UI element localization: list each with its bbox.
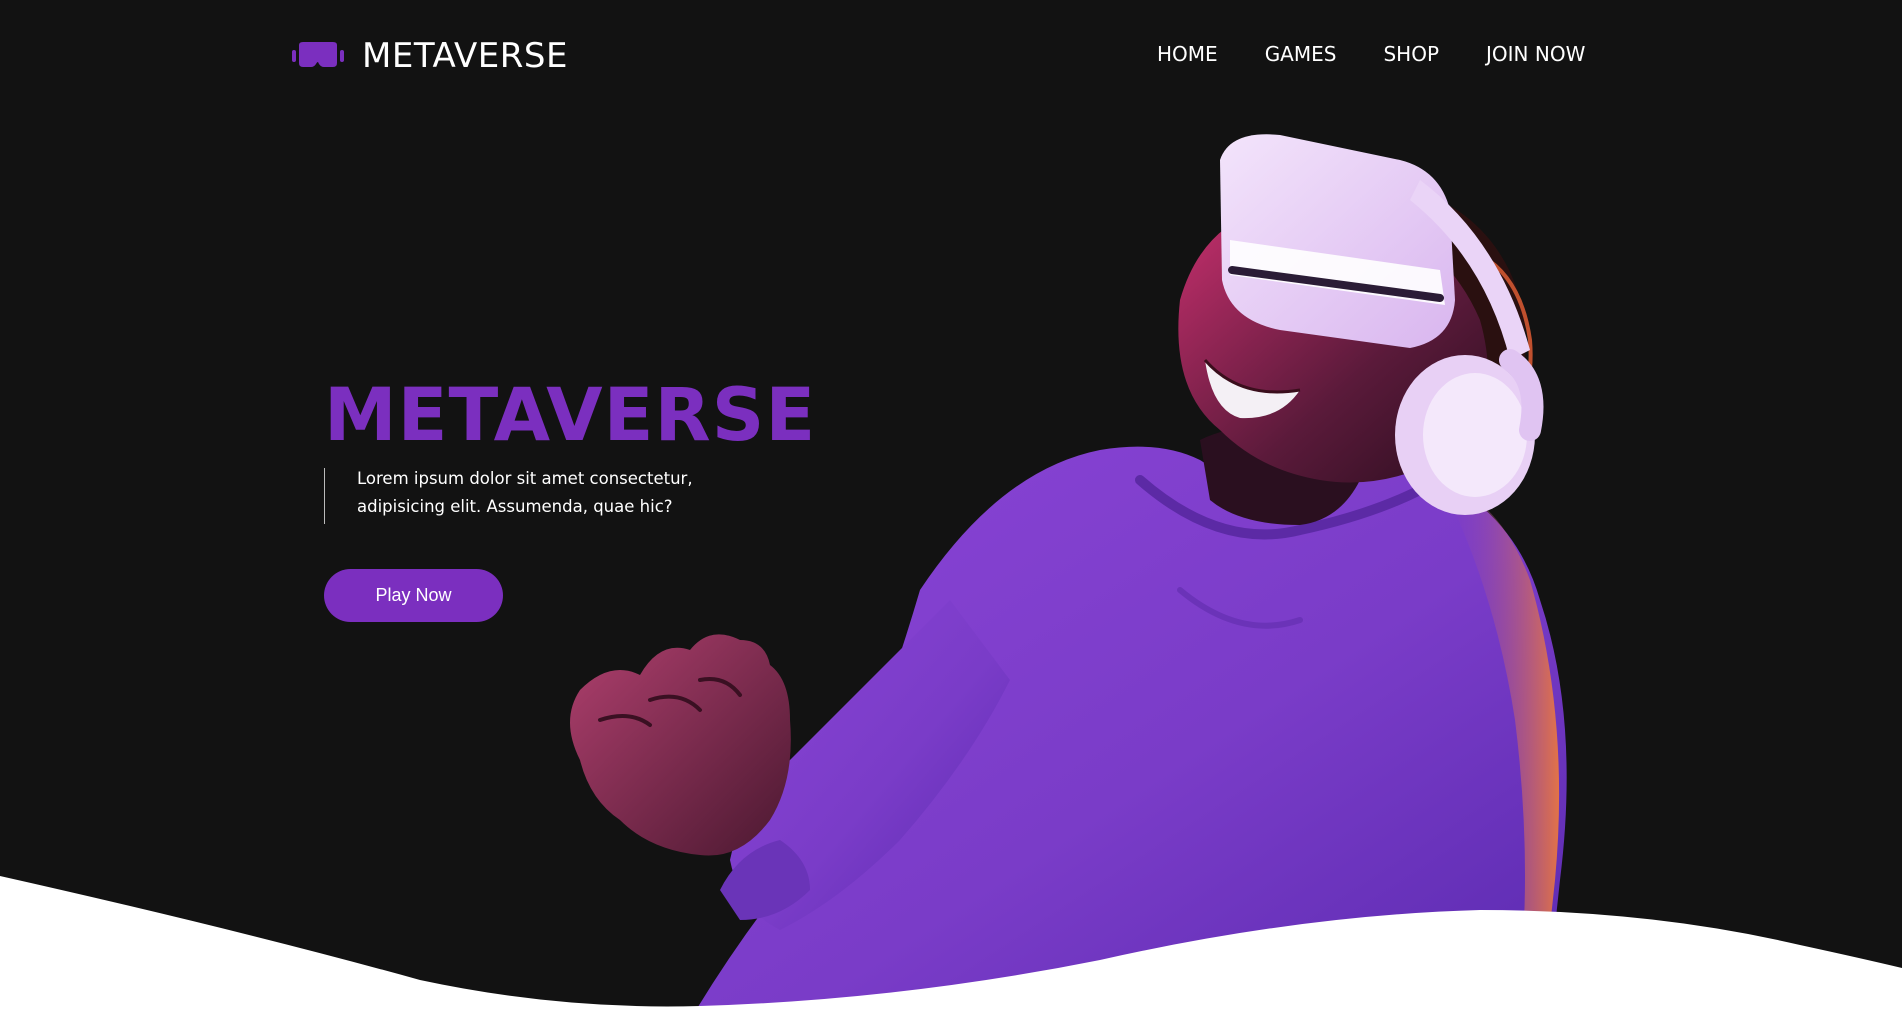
navbar: METAVERSE HOME GAMES SHOP JOIN NOW bbox=[0, 0, 1902, 110]
play-now-button[interactable]: Play Now bbox=[324, 569, 503, 622]
person-wearing-vr-headset-image bbox=[570, 134, 1567, 1009]
nav-item-shop[interactable]: SHOP bbox=[1383, 42, 1439, 66]
hero-description: Lorem ipsum dolor sit amet consectetur, … bbox=[324, 468, 744, 524]
hero-description-line-2: adipisicing elit. Assumenda, quae hic? bbox=[357, 497, 673, 516]
hero-title: METAVERSE bbox=[324, 373, 817, 458]
hero-section: METAVERSE HOME GAMES SHOP JOIN NOW METAV… bbox=[0, 0, 1902, 1009]
nav-item-join-now[interactable]: JOIN NOW bbox=[1486, 42, 1585, 66]
nav-item-games[interactable]: GAMES bbox=[1265, 42, 1337, 66]
brand-name: METAVERSE bbox=[362, 36, 568, 76]
nav-menu: HOME GAMES SHOP JOIN NOW bbox=[1157, 42, 1585, 66]
vr-headset-icon bbox=[292, 42, 344, 67]
hero-description-line-1: Lorem ipsum dolor sit amet consectetur, bbox=[357, 469, 693, 488]
brand-logo-link[interactable]: METAVERSE bbox=[292, 36, 568, 76]
nav-item-home[interactable]: HOME bbox=[1157, 42, 1218, 66]
